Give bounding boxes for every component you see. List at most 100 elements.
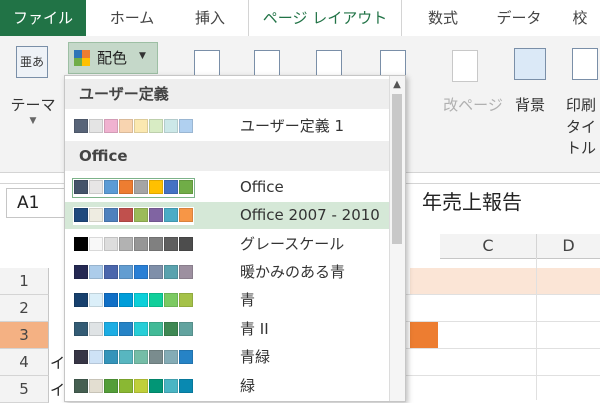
tab-insert[interactable]: 挿入 <box>174 0 246 36</box>
color-swatch <box>164 293 178 307</box>
column-header-c[interactable]: C <box>440 234 537 259</box>
color-swatch <box>149 180 163 194</box>
row-header-3[interactable]: 3 <box>0 322 49 349</box>
color-swatch <box>74 237 88 251</box>
ribbon-tabs: ファイル ホーム 挿入 ページ レイアウト 数式 データ 校 <box>0 0 600 37</box>
color-swatch <box>89 322 103 336</box>
color-swatch <box>134 180 148 194</box>
color-scheme-grayscale[interactable]: グレースケール <box>65 231 393 258</box>
color-scheme-blue-warm[interactable]: 暖かみのある青 <box>65 259 393 286</box>
color-swatch <box>104 180 118 194</box>
color-swatch <box>164 350 178 364</box>
color-swatch <box>119 208 133 222</box>
background-icon[interactable] <box>514 48 546 80</box>
color-swatch <box>104 265 118 279</box>
chevron-down-icon: ▼ <box>139 51 146 61</box>
color-scheme-office-2007-2010[interactable]: Office 2007 - 2010 <box>65 202 393 229</box>
color-swatch <box>74 180 88 194</box>
colors-label: 配色 <box>97 49 128 67</box>
color-swatch <box>164 180 178 194</box>
color-scheme-custom-1[interactable]: ユーザー定義 1 <box>65 113 393 140</box>
color-swatch <box>89 350 103 364</box>
color-swatch <box>179 379 193 393</box>
color-swatch <box>149 350 163 364</box>
color-swatch <box>149 237 163 251</box>
themes-button[interactable]: 亜あ テーマ ▼ <box>8 42 58 142</box>
grid-line <box>536 258 537 400</box>
tab-data[interactable]: データ <box>484 0 554 36</box>
tab-formulas[interactable]: 数式 <box>408 0 478 36</box>
section-office: Office <box>65 141 389 171</box>
color-swatch <box>179 208 193 222</box>
tab-page-layout[interactable]: ページ レイアウト <box>248 0 402 37</box>
row-header-1[interactable]: 1 <box>0 268 49 295</box>
color-scheme-label: 暖かみのある青 <box>240 263 346 281</box>
swatch-strip <box>73 118 194 136</box>
grid-line <box>404 294 600 295</box>
color-scheme-office[interactable]: Office <box>65 174 393 201</box>
color-scheme-label: Office 2007 - 2010 <box>240 206 380 224</box>
color-swatch <box>134 208 148 222</box>
color-swatch <box>179 180 193 194</box>
color-swatch <box>134 265 148 279</box>
row-header-4[interactable]: 4 <box>0 349 49 376</box>
color-scheme-label: 青 <box>240 291 256 309</box>
color-swatch <box>149 265 163 279</box>
color-swatch <box>74 119 88 133</box>
color-swatch <box>149 293 163 307</box>
swatch-strip <box>73 236 194 254</box>
menu-scrollbar[interactable]: ▲ <box>389 76 405 401</box>
color-swatch <box>89 180 103 194</box>
color-swatch <box>74 350 88 364</box>
scroll-up-icon[interactable]: ▲ <box>392 79 402 91</box>
page-break-label: 改ページ <box>443 96 503 114</box>
cell-a4[interactable]: イ <box>50 352 65 373</box>
tab-home[interactable]: ホーム <box>92 0 172 36</box>
color-swatch <box>119 237 133 251</box>
color-swatch <box>89 293 103 307</box>
color-swatch <box>89 379 103 393</box>
color-swatch <box>74 293 88 307</box>
tab-review[interactable]: 校 <box>560 0 600 36</box>
color-swatch <box>149 379 163 393</box>
tab-file[interactable]: ファイル <box>0 0 86 36</box>
print-titles-icon[interactable] <box>572 48 598 80</box>
formula-content[interactable]: 年売上報告 <box>422 188 522 216</box>
color-swatch <box>179 293 193 307</box>
color-swatch <box>134 379 148 393</box>
color-scheme-label: 青緑 <box>240 348 271 366</box>
swatch-strip <box>73 349 194 367</box>
print-titles-label-1: 印刷 <box>566 96 597 114</box>
color-swatch <box>179 237 193 251</box>
color-swatch <box>149 119 163 133</box>
color-scheme-label: 青 II <box>240 320 269 338</box>
color-swatch <box>134 293 148 307</box>
grid-line <box>404 375 600 376</box>
color-swatch <box>89 119 103 133</box>
color-swatch <box>104 237 118 251</box>
themes-icon: 亜あ <box>16 46 48 78</box>
color-scheme-blue-green[interactable]: 青緑 <box>65 344 393 371</box>
cell-a5[interactable]: イ <box>50 379 65 400</box>
themes-label: テーマ <box>10 96 56 114</box>
column-header-d[interactable]: D <box>537 234 600 259</box>
color-swatch <box>164 208 178 222</box>
color-swatch <box>149 208 163 222</box>
colors-button[interactable]: 配色 ▼ <box>68 42 158 74</box>
color-swatch <box>179 119 193 133</box>
color-swatch <box>119 379 133 393</box>
color-swatch <box>119 322 133 336</box>
color-scheme-blue[interactable]: 青 <box>65 287 393 314</box>
color-scheme-blue-ii[interactable]: 青 II <box>65 316 393 343</box>
cell-highlight-row1 <box>410 268 600 294</box>
color-swatch <box>104 322 118 336</box>
swatch-strip <box>73 207 194 225</box>
row-header-2[interactable]: 2 <box>0 295 49 322</box>
color-swatch <box>179 265 193 279</box>
row-header-5[interactable]: 5 <box>0 376 49 403</box>
chevron-down-icon: ▼ <box>29 116 37 126</box>
color-scheme-label: ユーザー定義 1 <box>240 117 345 135</box>
swatch-strip <box>73 264 194 282</box>
color-scheme-green[interactable]: 緑 <box>65 373 393 400</box>
scroll-thumb[interactable] <box>392 94 402 244</box>
